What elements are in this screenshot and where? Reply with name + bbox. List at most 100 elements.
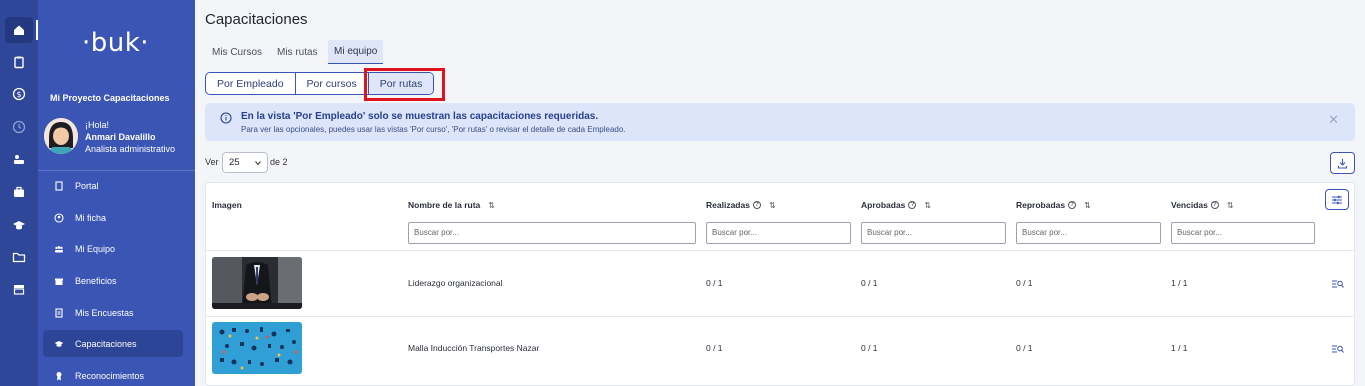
tab-mis-cursos[interactable]: Mis Cursos — [206, 40, 268, 64]
alert-title: En la vista 'Por Empleado' solo se muest… — [241, 111, 599, 122]
sidebar-item-portal[interactable]: Portal — [43, 172, 183, 199]
header-label: Imagen — [212, 200, 242, 210]
help-icon[interactable]: ? — [1210, 201, 1219, 209]
gift-icon — [52, 276, 66, 286]
routes-table: Imagen Nombre de la ruta ⇅ Realizadas? ⇅ A… — [205, 182, 1355, 386]
folder-icon[interactable] — [5, 244, 33, 270]
route-name: Malla Inducción Transportes Nazar — [408, 343, 540, 353]
header-reprobadas[interactable]: Reprobadas? ⇅ — [1016, 200, 1091, 210]
team-icon — [52, 244, 66, 254]
help-icon[interactable]: ? — [1068, 201, 1077, 209]
sidebar-item-mi-ficha[interactable]: Mi ficha — [43, 204, 183, 231]
chevron-down-icon — [255, 161, 261, 166]
close-icon[interactable]: ✕ — [1328, 112, 1339, 128]
download-button[interactable] — [1330, 152, 1355, 174]
filter-nombre-input[interactable]: Buscar por... — [408, 222, 696, 244]
grad-cap-icon[interactable] — [5, 212, 33, 238]
reprobadas-value: 0 / 1 — [1016, 278, 1033, 288]
filter-aprobadas-input[interactable]: Buscar por... — [861, 222, 1006, 244]
svg-text:$: $ — [16, 90, 21, 99]
row-divider — [206, 316, 1354, 317]
help-icon[interactable]: ? — [908, 201, 917, 209]
filter-realizadas-input[interactable]: Buscar por... — [706, 222, 851, 244]
route-name: Liderazgo organizacional — [408, 278, 503, 288]
filter-reprobadas-input[interactable]: Buscar por... — [1016, 222, 1161, 244]
user-name: Anmari Davalillo — [85, 132, 156, 142]
user-role: Analista administrativo — [85, 144, 176, 154]
info-alert: En la vista 'Por Empleado' solo se muest… — [205, 103, 1355, 141]
sidebar-item-label: Mi ficha — [75, 212, 107, 223]
sort-icon[interactable]: ⇅ — [1084, 201, 1091, 210]
people-arrows-icon[interactable] — [5, 146, 33, 172]
sidebar-item-label: Mis Encuestas — [75, 307, 134, 318]
page-title: Capacitaciones — [205, 11, 308, 28]
sidebar-item-mi-equipo[interactable]: Mi Equipo — [43, 235, 183, 262]
sort-icon[interactable]: ⇅ — [769, 201, 776, 210]
header-aprobadas[interactable]: Aprobadas? ⇅ — [861, 200, 931, 210]
sidebar-item-label: Capacitaciones — [75, 338, 137, 349]
tab-mis-rutas[interactable]: Mis rutas — [271, 40, 324, 64]
sidebar-item-label: Beneficios — [75, 275, 117, 286]
sort-icon[interactable]: ⇅ — [1227, 201, 1234, 210]
header-realizadas[interactable]: Realizadas? ⇅ — [706, 200, 776, 210]
briefcase-icon[interactable] — [5, 179, 33, 205]
sidebar-divider — [38, 170, 195, 171]
info-icon — [220, 112, 232, 124]
header-label: Aprobadas — [861, 200, 906, 210]
header-label: Realizadas — [706, 200, 750, 210]
route-thumbnail — [212, 322, 302, 374]
project-name: Mi Proyecto Capacitaciones — [50, 93, 170, 103]
sidebar: ·buk· Mi Proyecto Capacitaciones ¡Hola! … — [38, 0, 195, 386]
sidebar-item-label: Mi Equipo — [75, 243, 116, 254]
header-imagen: Imagen — [212, 200, 242, 210]
sidebar-item-reconocimientos[interactable]: Reconocimientos — [43, 362, 183, 386]
per-page-value: 25 — [229, 157, 240, 168]
award-icon — [52, 371, 66, 381]
column-settings-button[interactable] — [1325, 189, 1349, 210]
dollar-icon[interactable]: $ — [5, 81, 33, 107]
vencidas-value: 1 / 1 — [1171, 278, 1188, 288]
download-icon — [1337, 158, 1348, 169]
avatar[interactable] — [44, 118, 78, 154]
filter-vencidas-input[interactable]: Buscar por... — [1171, 222, 1315, 244]
sidebar-item-capacitaciones[interactable]: Capacitaciones — [43, 330, 183, 357]
realizadas-value: 0 / 1 — [706, 343, 723, 353]
home-icon[interactable] — [5, 17, 38, 43]
sidebar-item-label: Portal — [75, 180, 99, 191]
reprobadas-value: 0 / 1 — [1016, 343, 1033, 353]
header-vencidas[interactable]: Vencidas? ⇅ — [1171, 200, 1234, 210]
sort-icon[interactable]: ⇅ — [488, 201, 495, 210]
tab-mi-equipo[interactable]: Mi equipo — [328, 40, 384, 64]
header-nombre-ruta[interactable]: Nombre de la ruta ⇅ — [408, 200, 495, 210]
row-divider — [206, 250, 1354, 251]
clipboard-icon[interactable] — [5, 49, 33, 75]
greeting-text: ¡Hola! — [85, 120, 110, 130]
help-icon[interactable]: ? — [752, 201, 761, 209]
user-circle-icon — [52, 212, 66, 223]
vencidas-value: 1 / 1 — [1171, 343, 1188, 353]
sidebar-item-mis-encuestas[interactable]: Mis Encuestas — [43, 299, 183, 326]
realizadas-value: 0 / 1 — [706, 278, 723, 288]
ver-label: Ver — [205, 157, 219, 167]
alert-subtitle: Para ver las opcionales, puedes usar las… — [241, 125, 626, 134]
sidebar-item-beneficios[interactable]: Beneficios — [43, 267, 183, 294]
per-page-select[interactable]: 25 — [222, 152, 268, 173]
view-detail-icon[interactable] — [1332, 280, 1344, 288]
sidebar-item-label: Reconocimientos — [75, 370, 145, 381]
document-icon — [52, 180, 66, 191]
page-count-label: de 2 — [270, 157, 288, 167]
segment-por-cursos[interactable]: Por cursos — [296, 73, 369, 94]
graduation-icon — [52, 339, 66, 349]
buk-logo[interactable]: ·buk· — [82, 28, 149, 58]
clock-icon[interactable] — [5, 114, 33, 140]
icon-rail: $ — [0, 0, 38, 386]
store-icon[interactable] — [5, 276, 33, 302]
sort-icon[interactable]: ⇅ — [924, 201, 931, 210]
view-detail-icon[interactable] — [1332, 345, 1344, 353]
aprobadas-value: 0 / 1 — [861, 343, 878, 353]
user-greeting: ¡Hola! Anmari Davalillo Analista adminis… — [85, 119, 175, 155]
segment-por-empleado[interactable]: Por Empleado — [206, 73, 296, 94]
header-label: Reprobadas — [1016, 200, 1066, 210]
highlight-box — [364, 68, 445, 101]
survey-icon — [52, 307, 66, 318]
